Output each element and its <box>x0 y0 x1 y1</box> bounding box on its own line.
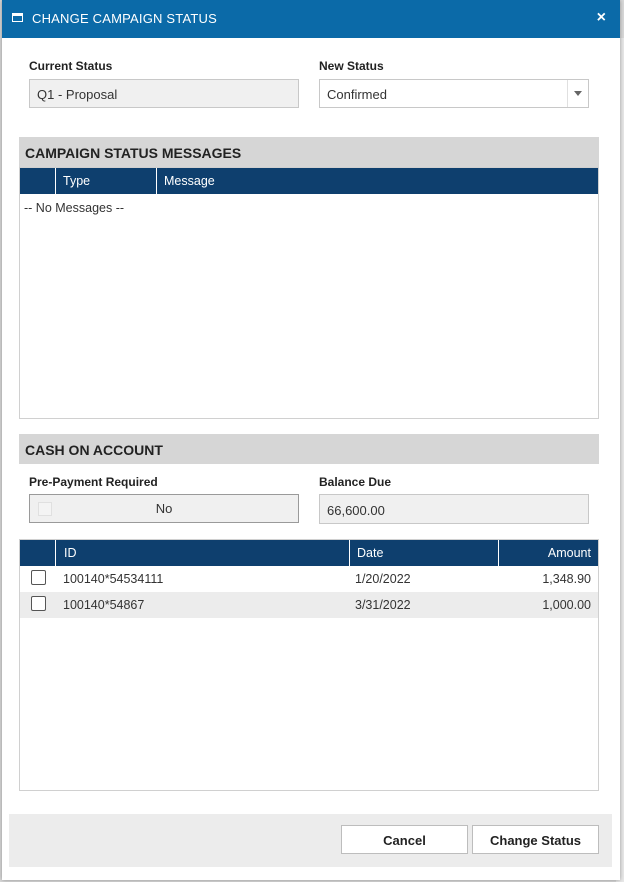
column-type[interactable]: Type <box>55 168 156 194</box>
table-row[interactable]: 100140*54534111 1/20/2022 1,348.90 <box>20 566 598 592</box>
column-date[interactable]: Date <box>349 540 498 566</box>
cash-section-header: CASH ON ACCOUNT <box>19 434 599 464</box>
current-status-field: Q1 - Proposal <box>29 79 299 108</box>
window-icon <box>12 13 23 22</box>
change-status-dialog: CHANGE CAMPAIGN STATUS × Current Status … <box>2 0 620 880</box>
chevron-down-icon[interactable] <box>567 80 588 107</box>
empty-messages-text: -- No Messages -- <box>24 201 125 215</box>
new-status-label: New Status <box>319 59 384 73</box>
prepayment-value: No <box>155 501 173 516</box>
dialog-footer: Cancel Change Status <box>9 814 612 867</box>
row-amount: 1,000.00 <box>542 598 591 612</box>
dialog-titlebar: CHANGE CAMPAIGN STATUS × <box>2 0 620 38</box>
column-message[interactable]: Message <box>156 168 598 194</box>
row-amount: 1,348.90 <box>542 572 591 586</box>
payments-grid: ID Date Amount 100140*54534111 1/20/2022… <box>19 539 599 791</box>
change-status-button[interactable]: Change Status <box>472 825 599 854</box>
balance-due-label: Balance Due <box>319 475 392 489</box>
messages-grid: Type Message -- No Messages -- <box>19 167 599 419</box>
column-amount[interactable]: Amount <box>498 540 598 566</box>
dialog-title: CHANGE CAMPAIGN STATUS <box>32 11 217 26</box>
column-id[interactable]: ID <box>55 540 349 566</box>
payments-grid-header: ID Date Amount <box>20 540 598 566</box>
balance-due-field: 66,600.00 <box>319 494 589 524</box>
cancel-button[interactable]: Cancel <box>341 825 468 854</box>
messages-grid-header: Type Message <box>20 168 598 194</box>
prepayment-label: Pre-Payment Required <box>29 475 158 489</box>
row-date: 1/20/2022 <box>355 572 411 586</box>
row-checkbox[interactable] <box>31 570 46 585</box>
current-status-label: Current Status <box>29 59 113 73</box>
prepayment-toggle[interactable]: No <box>29 494 299 523</box>
row-id: 100140*54867 <box>63 598 145 612</box>
row-date: 3/31/2022 <box>355 598 411 612</box>
new-status-select[interactable]: Confirmed <box>319 79 589 108</box>
row-checkbox[interactable] <box>31 596 46 611</box>
new-status-value: Confirmed <box>327 87 387 102</box>
close-icon[interactable]: × <box>597 9 606 27</box>
messages-section-header: CAMPAIGN STATUS MESSAGES <box>19 137 599 167</box>
prepayment-checkbox <box>38 502 52 516</box>
table-row[interactable]: 100140*54867 3/31/2022 1,000.00 <box>20 592 598 618</box>
row-id: 100140*54534111 <box>63 572 164 586</box>
